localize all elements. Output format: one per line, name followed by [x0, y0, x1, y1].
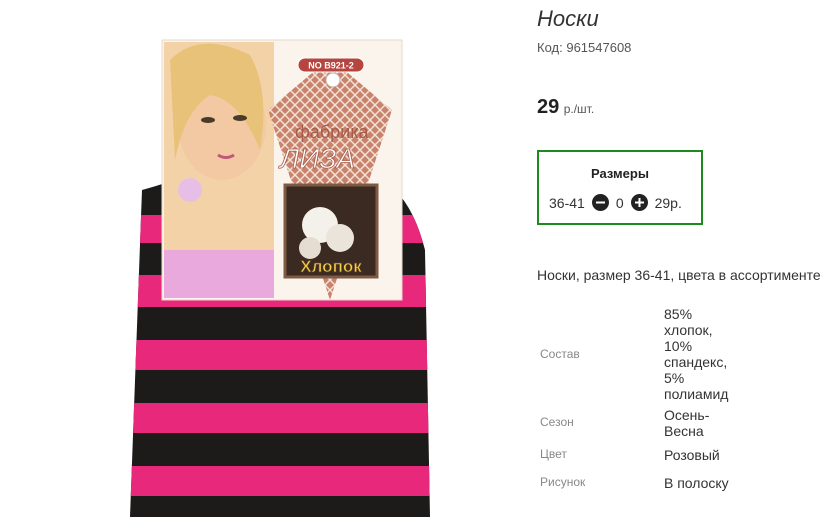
product-code-value: 961547608 — [566, 40, 632, 55]
price-unit: р./шт. — [563, 102, 595, 116]
product-description: Носки, размер 36-41, цвета в ассортимент… — [537, 267, 821, 283]
attribute-value-composition: 85% хлопок, 10% спандекс, 5% полиамид — [664, 306, 729, 402]
material-text: Хлопок — [300, 257, 362, 276]
product-price: 29 р./шт. — [537, 96, 594, 119]
sizes-title: Размеры — [591, 166, 649, 181]
quantity-value[interactable]: 0 — [616, 195, 624, 211]
product-title: Носки — [537, 6, 599, 31]
attribute-label-pattern: Рисунок — [540, 475, 586, 489]
tag-code-text: NO B921-2 — [308, 61, 354, 71]
size-label: 36-41 — [549, 194, 585, 211]
plus-circle-icon[interactable] — [630, 194, 648, 211]
brand-name-text: ЛИЗА — [278, 143, 355, 174]
product-code: Код: 961547608 — [537, 40, 631, 55]
brand-prefix-text: фабрика — [295, 122, 369, 142]
sizes-panel: Размеры 36-41 0 29р. — [537, 150, 703, 225]
attribute-label-season: Сезон — [540, 415, 574, 429]
attribute-value-pattern: В полоску — [664, 475, 729, 491]
attribute-value-color: Розовый — [664, 447, 720, 463]
attribute-label-composition: Состав — [540, 347, 580, 361]
attribute-label-color: Цвет — [540, 447, 567, 461]
size-price: 29р. — [654, 194, 682, 211]
minus-circle-icon[interactable] — [591, 194, 609, 211]
attribute-value-season: Осень-Весна — [664, 407, 710, 439]
product-image[interactable]: NO B921-2 фабрика ЛИЗА Хлопок — [130, 0, 430, 517]
product-code-label: Код: — [537, 40, 563, 55]
price-value: 29 — [537, 96, 560, 118]
size-row: 36-41 0 29р. — [549, 194, 682, 211]
